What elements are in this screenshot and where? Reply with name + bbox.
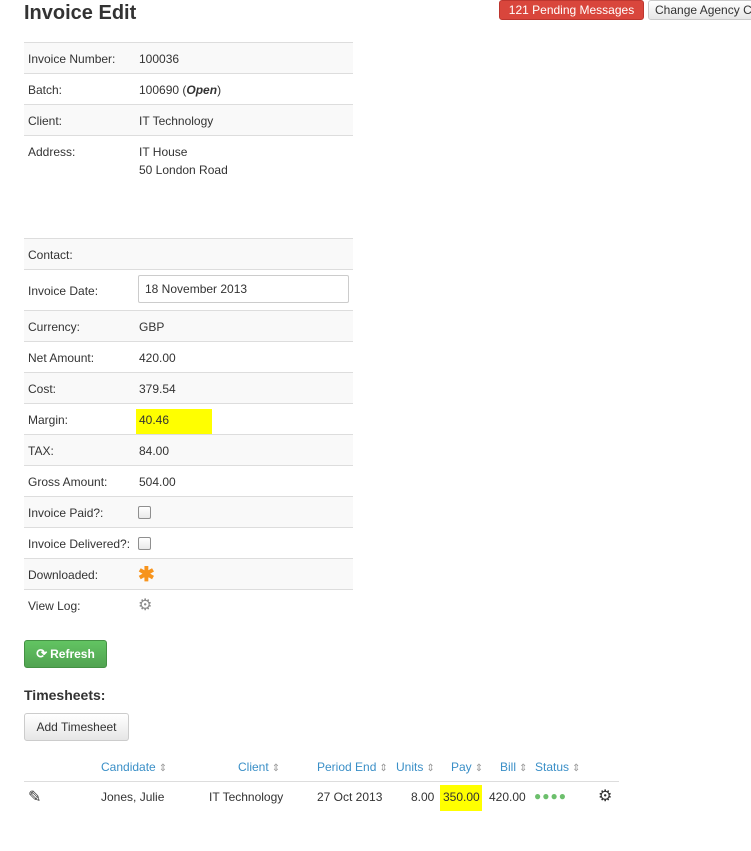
candidate-cell: Jones, Julie — [101, 790, 165, 804]
col-client[interactable]: Client ⇕ — [238, 760, 280, 774]
downloaded-label: Downloaded: — [28, 568, 99, 582]
cost-value: 379.54 — [139, 382, 176, 396]
tax-value: 84.00 — [139, 444, 170, 458]
row-gear-icon[interactable]: ⚙ — [598, 789, 612, 805]
sort-icon: ⇕ — [426, 763, 435, 774]
invoice-date-input[interactable] — [138, 275, 349, 303]
net-amount-label: Net Amount: — [28, 351, 95, 365]
refresh-label: Refresh — [50, 647, 95, 661]
timesheets-title: Timesheets: — [24, 687, 106, 703]
period-end-cell: 27 Oct 2013 — [317, 790, 383, 804]
refresh-button[interactable]: ⟳ Refresh — [24, 640, 107, 668]
currency-value: GBP — [139, 320, 165, 334]
invoice-number-row: Invoice Number: 100036 — [24, 42, 353, 73]
address-line-2: 50 London Road — [139, 163, 228, 177]
sort-icon: ⇕ — [519, 763, 528, 774]
margin-label: Margin: — [28, 413, 69, 427]
gear-icon[interactable]: ⚙ — [138, 598, 152, 614]
batch-status: Open — [186, 83, 218, 97]
sort-icon: ⇕ — [158, 763, 168, 774]
invoice-number-value: 100036 — [139, 52, 180, 66]
col-units[interactable]: Units ⇕ — [396, 760, 435, 774]
batch-value: 100690 (Open) — [139, 83, 222, 97]
pencil-icon[interactable]: ✎ — [28, 787, 41, 807]
status-indicator: ●●●● — [534, 789, 567, 803]
batch-row: Batch: 100690 (Open) — [24, 73, 353, 104]
table-row: ✎ Jones, Julie IT Technology 27 Oct 2013… — [24, 782, 619, 814]
gross-amount-label: Gross Amount: — [28, 475, 108, 489]
batch-number: 100690 — [139, 83, 180, 97]
net-amount-value: 420.00 — [139, 351, 176, 365]
invoice-paid-checkbox[interactable] — [138, 506, 151, 519]
invoice-delivered-row: Invoice Delivered?: — [24, 527, 353, 558]
address-line-1: IT House — [139, 145, 188, 159]
view-log-label: View Log: — [28, 599, 81, 613]
asterisk-icon: ✱ — [138, 564, 155, 586]
invoice-details-table: Invoice Number: 100036 Batch: 100690 (Op… — [24, 42, 353, 620]
change-agency-button[interactable]: Change Agency C — [648, 0, 751, 20]
col-pay[interactable]: Pay ⇕ — [451, 760, 483, 774]
page-title: Invoice Edit — [24, 2, 137, 24]
invoice-delivered-label: Invoice Delivered?: — [28, 537, 131, 551]
pay-cell: 350.00 — [443, 790, 480, 804]
downloaded-row: Downloaded: ✱ — [24, 558, 353, 589]
add-timesheet-button[interactable]: Add Timesheet — [24, 713, 129, 741]
invoice-paid-label: Invoice Paid?: — [28, 506, 104, 520]
currency-label: Currency: — [28, 320, 81, 334]
sort-icon: ⇕ — [474, 763, 484, 774]
tax-label: TAX: — [28, 444, 54, 458]
cost-label: Cost: — [28, 382, 57, 396]
cost-row: Cost: 379.54 — [24, 372, 353, 403]
timesheets-table: Candidate ⇕ Client ⇕ Period End ⇕ Units ⇕ Pa… — [24, 755, 619, 814]
contact-row: Contact: — [24, 238, 353, 269]
client-label: Client: — [28, 114, 63, 128]
address-row: Address: IT House 50 London Road — [24, 135, 353, 238]
timesheets-header: Candidate ⇕ Client ⇕ Period End ⇕ Units ⇕ Pa… — [24, 755, 619, 782]
tax-row: TAX: 84.00 — [24, 434, 353, 465]
invoice-date-row: Invoice Date: — [24, 269, 353, 310]
col-candidate[interactable]: Candidate ⇕ — [101, 760, 167, 774]
gross-amount-value: 504.00 — [139, 475, 176, 489]
net-amount-row: Net Amount: 420.00 — [24, 341, 353, 372]
sort-icon: ⇕ — [379, 763, 388, 774]
contact-label: Contact: — [28, 248, 73, 262]
address-label: Address: — [28, 145, 76, 159]
client-row: Client: IT Technology — [24, 104, 353, 135]
view-log-row: View Log: ⚙ — [24, 589, 353, 620]
col-period-end[interactable]: Period End ⇕ — [317, 760, 388, 774]
col-bill[interactable]: Bill ⇕ — [500, 760, 527, 774]
col-status[interactable]: Status ⇕ — [535, 760, 580, 774]
batch-label: Batch: — [28, 83, 63, 97]
bill-cell: 420.00 — [489, 790, 526, 804]
currency-row: Currency: GBP — [24, 310, 353, 341]
margin-row: Margin: 40.46 — [24, 403, 353, 435]
refresh-icon: ⟳ — [36, 646, 48, 661]
invoice-date-label: Invoice Date: — [28, 284, 99, 298]
client-cell: IT Technology — [209, 790, 284, 804]
invoice-paid-row: Invoice Paid?: — [24, 496, 353, 527]
gross-amount-row: Gross Amount: 504.00 — [24, 465, 353, 496]
invoice-delivered-checkbox[interactable] — [138, 537, 151, 550]
sort-icon: ⇕ — [572, 763, 581, 774]
margin-value: 40.46 — [139, 413, 170, 427]
address-value: IT House 50 London Road — [139, 143, 228, 179]
sort-icon: ⇕ — [271, 763, 281, 774]
units-cell: 8.00 — [411, 790, 435, 804]
pending-messages-button[interactable]: 121 Pending Messages — [499, 0, 644, 20]
invoice-number-label: Invoice Number: — [28, 52, 116, 66]
client-value: IT Technology — [139, 114, 214, 128]
